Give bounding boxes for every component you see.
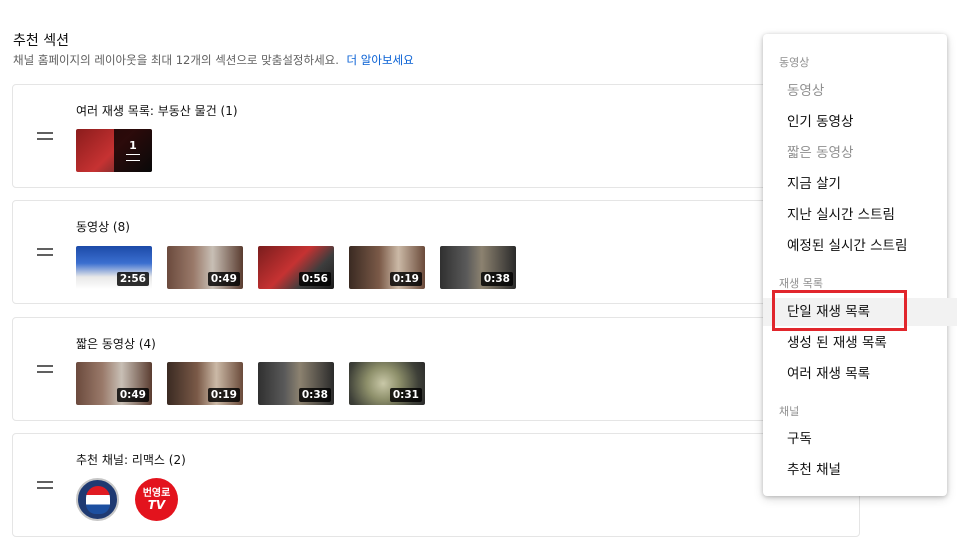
- section-title: 여러 재생 목록: 부동산 물건 (1): [76, 104, 238, 118]
- video-duration: 2:56: [116, 272, 149, 286]
- drag-handle-icon[interactable]: [37, 481, 53, 489]
- section-card-multiple-playlists[interactable]: 여러 재생 목록: 부동산 물건 (1) 1: [12, 84, 860, 188]
- video-duration: 0:38: [480, 272, 513, 286]
- page-description: 채널 홈페이지의 레이아웃을 최대 12개의 섹션으로 맞춤설정하세요. 더 알…: [13, 52, 414, 68]
- menu-item-upcoming-live-streams[interactable]: 예정된 실시간 스트림: [763, 232, 947, 260]
- section-type-menu: 동영상 동영상 인기 동영상 짧은 동영상 지금 살기 지난 실시간 스트림 예…: [763, 34, 957, 496]
- video-thumbnail: 0:19: [167, 362, 243, 405]
- menu-group-videos: 동영상: [779, 56, 810, 69]
- video-thumbnail: 0:49: [167, 246, 243, 289]
- section-card-shorts[interactable]: 짧은 동영상 (4) 0:49 0:19 0:38 0:31: [12, 317, 860, 421]
- description-text: 채널 홈페이지의 레이아웃을 최대 12개의 섹션으로 맞춤설정하세요.: [13, 53, 339, 67]
- menu-item-created-playlists[interactable]: 생성 된 재생 목록: [763, 329, 947, 357]
- page-title: 추천 섹션: [13, 33, 69, 49]
- highlight-annotation-box: [772, 290, 907, 331]
- channel-avatar-text: 번영로: [142, 487, 171, 499]
- video-thumbnail: 0:56: [258, 246, 334, 289]
- menu-item-multiple-playlists[interactable]: 여러 재생 목록: [763, 360, 947, 388]
- section-card-videos[interactable]: 동영상 (8) 2:56 0:49 0:56 0:19 0:38: [12, 200, 860, 304]
- menu-item-featured-channels[interactable]: 추천 채널: [763, 456, 947, 484]
- channel-avatar-remax: [76, 478, 119, 521]
- video-duration: 0:38: [298, 388, 331, 402]
- section-card-featured-channels[interactable]: 추천 채널: 리맥스 (2) 번영로 TV: [12, 433, 860, 537]
- section-title: 추천 채널: 리맥스 (2): [76, 453, 186, 467]
- video-thumbnail: 2:56: [76, 246, 152, 289]
- video-duration: 0:49: [116, 388, 149, 402]
- channel-avatar-tv: 번영로 TV: [135, 478, 178, 521]
- balloon-logo-icon: [85, 485, 110, 514]
- video-thumbnail: 0:31: [349, 362, 425, 405]
- menu-group-channels: 채널: [779, 405, 800, 418]
- video-thumbnail: 0:49: [76, 362, 152, 405]
- section-title: 동영상 (8): [76, 220, 130, 234]
- drag-handle-icon[interactable]: [37, 132, 53, 140]
- channel-avatar-text: TV: [147, 497, 166, 512]
- section-title: 짧은 동영상 (4): [76, 337, 156, 351]
- video-duration: 0:19: [207, 388, 240, 402]
- video-thumbnail: 0:38: [440, 246, 516, 289]
- menu-item-live-now[interactable]: 지금 살기: [763, 170, 947, 198]
- video-thumbnail: 0:38: [258, 362, 334, 405]
- drag-handle-icon[interactable]: [37, 365, 53, 373]
- video-duration: 0:49: [207, 272, 240, 286]
- video-duration: 0:19: [389, 272, 422, 286]
- menu-item-popular-videos[interactable]: 인기 동영상: [763, 108, 947, 136]
- menu-item-subscriptions[interactable]: 구독: [763, 425, 947, 453]
- menu-item-videos: 동영상: [787, 83, 825, 99]
- playlist-icon: [126, 154, 140, 161]
- playlist-count-overlay: 1: [114, 129, 152, 172]
- menu-group-playlists: 재생 목록: [779, 277, 823, 290]
- learn-more-link[interactable]: 더 알아보세요: [347, 53, 414, 67]
- menu-item-past-live-streams[interactable]: 지난 실시간 스트림: [763, 201, 947, 229]
- playlist-count: 1: [129, 139, 137, 152]
- playlist-thumbnail: 1: [76, 129, 152, 172]
- video-thumbnail: 0:19: [349, 246, 425, 289]
- video-duration: 0:31: [389, 388, 422, 402]
- drag-handle-icon[interactable]: [37, 248, 53, 256]
- video-duration: 0:56: [298, 272, 331, 286]
- menu-item-shorts: 짧은 동영상: [787, 145, 854, 161]
